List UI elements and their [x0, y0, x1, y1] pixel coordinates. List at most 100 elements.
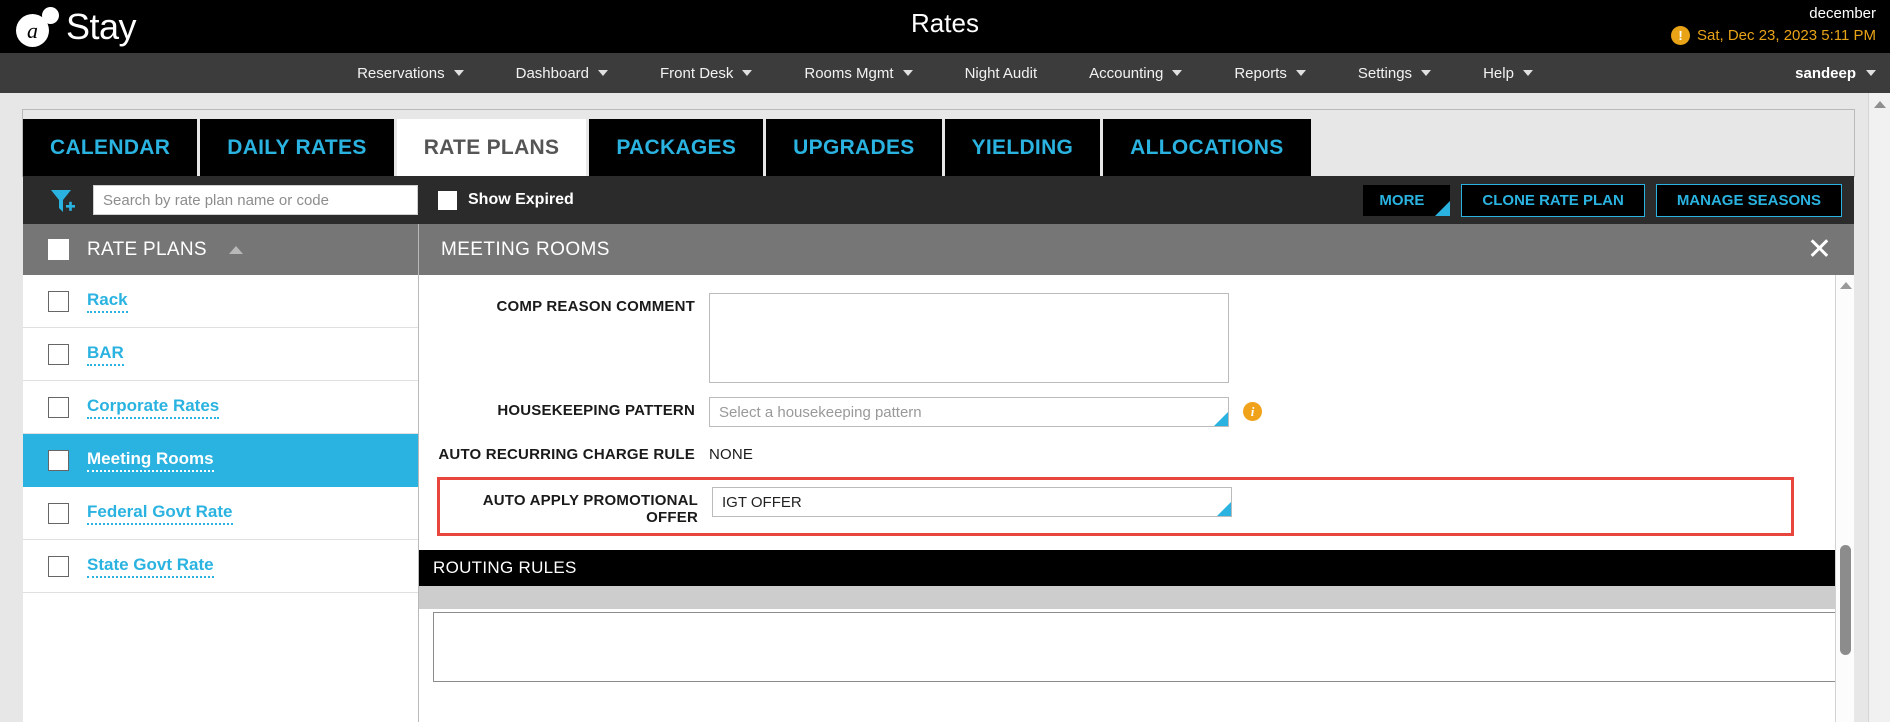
- field-label: AUTO APPLY PROMOTIONAL OFFER: [482, 492, 698, 526]
- tab-yielding[interactable]: YIELDING: [944, 119, 1101, 177]
- field-label: COMP REASON COMMENT: [496, 298, 695, 315]
- tab-calendar[interactable]: CALENDAR: [23, 119, 198, 177]
- page-body: CALENDAR DAILY RATES RATE PLANS PACKAGES…: [0, 93, 1890, 722]
- tab-allocations[interactable]: ALLOCATIONS: [1103, 119, 1311, 177]
- rate-plan-link[interactable]: Meeting Rooms: [87, 449, 214, 472]
- field-auto-recurring-charge-rule: AUTO RECURRING CHARGE RULE NONE: [419, 441, 1854, 463]
- nav-item-front-desk[interactable]: Front Desk: [634, 53, 778, 93]
- chevron-down-icon: [453, 70, 464, 76]
- tab-upgrades[interactable]: UPGRADES: [766, 119, 942, 177]
- nav-label: Settings: [1357, 64, 1413, 82]
- nav-item-accounting[interactable]: Accounting: [1063, 53, 1208, 93]
- nav-label: Accounting: [1089, 64, 1164, 82]
- scroll-up-arrow-icon[interactable]: [1840, 282, 1852, 289]
- tab-strip-container: CALENDAR DAILY RATES RATE PLANS PACKAGES…: [22, 109, 1855, 177]
- info-icon[interactable]: i: [1243, 402, 1262, 421]
- nav-item-rooms-mgmt[interactable]: Rooms Mgmt: [778, 53, 938, 93]
- page-scrollbar[interactable]: [1868, 93, 1890, 722]
- nav-item-reservations[interactable]: Reservations: [331, 53, 490, 93]
- nav-item-dashboard[interactable]: Dashboard: [490, 53, 634, 93]
- row-checkbox[interactable]: [48, 449, 69, 471]
- tab-packages[interactable]: PACKAGES: [589, 119, 764, 177]
- nav-label: Front Desk: [660, 64, 734, 82]
- rate-plan-link[interactable]: Federal Govt Rate: [87, 502, 233, 525]
- row-checkbox[interactable]: [48, 343, 69, 365]
- auto-recurring-charge-rule-value: NONE: [709, 446, 754, 463]
- rate-plan-link[interactable]: Corporate Rates: [87, 396, 220, 419]
- chevron-down-icon: [902, 70, 913, 76]
- select-all-checkbox[interactable]: [48, 239, 69, 260]
- row-checkbox[interactable]: [48, 555, 69, 577]
- exclamation-icon: !: [1671, 26, 1690, 45]
- nav-item-night-audit[interactable]: Night Audit: [939, 53, 1064, 93]
- nav-item-help[interactable]: Help: [1457, 53, 1559, 93]
- row-checkbox[interactable]: [48, 290, 69, 312]
- field-auto-apply-promotional-offer: AUTO APPLY PROMOTIONAL OFFER IGT OFFER: [440, 487, 1791, 526]
- row-checkbox[interactable]: [48, 502, 69, 524]
- list-item[interactable]: Rack: [23, 275, 418, 328]
- comp-reason-comment-textarea[interactable]: [709, 293, 1229, 383]
- housekeeping-pattern-select[interactable]: Select a housekeeping pattern: [709, 397, 1229, 427]
- close-icon[interactable]: ✕: [1807, 234, 1832, 265]
- list-item[interactable]: Corporate Rates: [23, 381, 418, 434]
- toolbar-actions: MORE CLONE RATE PLAN MANAGE SEASONS: [1363, 183, 1842, 217]
- list-item-selected[interactable]: Meeting Rooms: [23, 434, 418, 487]
- housekeeping-pattern-placeholder: Select a housekeeping pattern: [719, 403, 922, 421]
- filter-funnel-icon[interactable]: [47, 185, 77, 215]
- nav-label: Help: [1483, 64, 1514, 82]
- search-input[interactable]: [93, 185, 418, 215]
- more-button[interactable]: MORE: [1363, 184, 1451, 216]
- scrollbar-thumb[interactable]: [1840, 545, 1851, 655]
- nav-item-reports[interactable]: Reports: [1208, 53, 1332, 93]
- list-item[interactable]: BAR: [23, 328, 418, 381]
- list-item[interactable]: State Govt Rate: [23, 540, 418, 593]
- routing-rules-section-header: ROUTING RULES: [419, 550, 1854, 586]
- tab-daily-rates[interactable]: DAILY RATES: [200, 119, 394, 177]
- main-navigation-bar: Reservations Dashboard Front Desk Rooms …: [0, 53, 1890, 93]
- chevron-down-icon: [1295, 70, 1306, 76]
- nav-label: Reservations: [357, 64, 445, 82]
- nav-label: Night Audit: [964, 64, 1038, 82]
- top-header-bar: a Stay Rates december ! Sat, Dec 23, 202…: [0, 0, 1890, 53]
- field-label: HOUSEKEEPING PATTERN: [497, 402, 695, 419]
- user-name-label: sandeep: [1795, 64, 1856, 82]
- header-right-info: december ! Sat, Dec 23, 2023 5:11 PM: [1671, 4, 1876, 45]
- page-scroll-up-arrow-icon[interactable]: [1874, 101, 1886, 108]
- rate-plans-list-panel: RATE PLANS Rack BAR Corporate Rates Meet…: [23, 224, 419, 722]
- rate-plan-link[interactable]: State Govt Rate: [87, 555, 214, 578]
- manage-seasons-button[interactable]: MANAGE SEASONS: [1655, 183, 1842, 217]
- routing-rules-table: [433, 612, 1840, 682]
- caret-up-icon[interactable]: [228, 245, 243, 254]
- clone-rate-plan-button[interactable]: CLONE RATE PLAN: [1461, 183, 1645, 217]
- nav-label: Rooms Mgmt: [804, 64, 894, 82]
- content-area: RATE PLANS Rack BAR Corporate Rates Meet…: [23, 224, 1854, 722]
- auto-apply-promotional-offer-select[interactable]: IGT OFFER: [712, 487, 1232, 517]
- chevron-down-icon: [742, 70, 753, 76]
- nav-item-settings[interactable]: Settings: [1332, 53, 1457, 93]
- detail-header: MEETING ROOMS ✕: [419, 224, 1854, 275]
- chevron-down-icon: [1172, 70, 1183, 76]
- show-expired-label: Show Expired: [468, 191, 574, 208]
- list-item[interactable]: Federal Govt Rate: [23, 487, 418, 540]
- tab-strip: CALENDAR DAILY RATES RATE PLANS PACKAGES…: [23, 119, 1854, 177]
- rate-plans-list-header: RATE PLANS: [23, 224, 418, 275]
- rate-plan-link[interactable]: Rack: [87, 290, 128, 313]
- tab-rate-plans[interactable]: RATE PLANS: [396, 119, 587, 177]
- business-date-row: ! Sat, Dec 23, 2023 5:11 PM: [1671, 26, 1876, 45]
- routing-rules-subheader: [419, 586, 1854, 609]
- business-date-text: Sat, Dec 23, 2023 5:11 PM: [1697, 27, 1876, 44]
- row-checkbox[interactable]: [48, 396, 69, 418]
- field-housekeeping-pattern: HOUSEKEEPING PATTERN Select a housekeepi…: [419, 397, 1854, 427]
- field-label: AUTO RECURRING CHARGE RULE: [438, 446, 695, 463]
- detail-title: MEETING ROOMS: [441, 238, 610, 260]
- auto-apply-promotional-offer-value: IGT OFFER: [722, 493, 802, 511]
- detail-body: COMP REASON COMMENT HOUSEKEEPING PATTERN…: [419, 275, 1854, 722]
- detail-scrollbar[interactable]: [1835, 275, 1854, 722]
- property-name: december: [1809, 5, 1876, 22]
- rate-plan-link[interactable]: BAR: [87, 343, 124, 366]
- show-expired-checkbox[interactable]: [438, 190, 457, 210]
- nav-label: Dashboard: [515, 64, 590, 82]
- rate-plans-header-label: RATE PLANS: [87, 238, 207, 260]
- filter-toolbar: Show Expired MORE CLONE RATE PLAN MANAGE…: [23, 176, 1854, 224]
- user-menu[interactable]: sandeep: [1795, 65, 1876, 82]
